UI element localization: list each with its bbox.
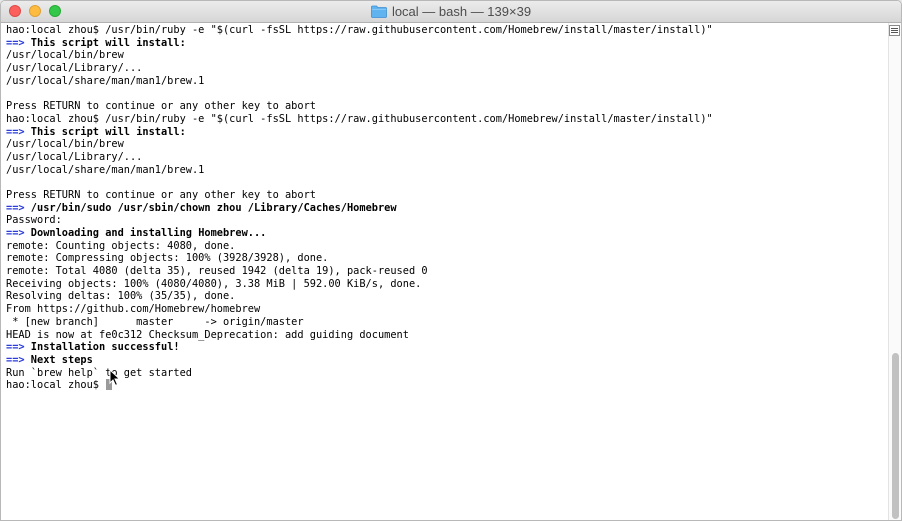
terminal-line: /usr/local/Library/... bbox=[6, 151, 889, 164]
line-text: HEAD is now at fe0c312 Checksum_Deprecat… bbox=[6, 328, 409, 341]
terminal-line: ==> This script will install: bbox=[6, 126, 889, 139]
terminal-line: hao:local zhou$ /usr/bin/ruby -e "$(curl… bbox=[6, 113, 889, 126]
terminal-window: local — bash — 139×39 hao:local zhou$ /u… bbox=[0, 0, 902, 521]
line-text: remote: Counting objects: 4080, done. bbox=[6, 239, 236, 252]
terminal-line: From https://github.com/Homebrew/homebre… bbox=[6, 303, 889, 316]
line-text: /usr/local/share/man/man1/brew.1 bbox=[6, 74, 205, 87]
line-text: Run `brew help` to get started bbox=[6, 366, 192, 379]
terminal-line: remote: Counting objects: 4080, done. bbox=[6, 240, 889, 253]
line-text: Press RETURN to continue or any other ke… bbox=[6, 100, 316, 113]
line-text: * [new branch] master -> origin/master bbox=[6, 315, 304, 328]
terminal-line: ==> This script will install: bbox=[6, 37, 889, 50]
terminal-line: ==> /usr/bin/sudo /usr/sbin/chown zhou /… bbox=[6, 202, 889, 215]
line-text: Next steps bbox=[24, 353, 93, 366]
line-text: /usr/local/bin/brew bbox=[6, 138, 124, 151]
terminal-content[interactable]: hao:local zhou$ /usr/bin/ruby -e "$(curl… bbox=[1, 23, 889, 520]
scrollback-menu-icon[interactable] bbox=[889, 25, 900, 36]
line-text: /usr/bin/sudo /usr/sbin/chown zhou /Libr… bbox=[24, 201, 397, 214]
terminal-line: Press RETURN to continue or any other ke… bbox=[6, 189, 889, 202]
terminal-line: /usr/local/bin/brew bbox=[6, 138, 889, 151]
line-text: Downloading and installing Homebrew... bbox=[24, 227, 267, 239]
terminal-line: Run `brew help` to get started bbox=[6, 367, 889, 380]
scrollbar-thumb[interactable] bbox=[892, 353, 899, 519]
terminal-line: HEAD is now at fe0c312 Checksum_Deprecat… bbox=[6, 329, 889, 342]
line-text: /usr/local/bin/brew bbox=[6, 49, 124, 62]
terminal-line: Receiving objects: 100% (4080/4080), 3.3… bbox=[6, 278, 889, 291]
arrow-marker: ==> bbox=[6, 201, 25, 214]
arrow-marker: ==> bbox=[6, 341, 25, 354]
line-text: Password: bbox=[6, 214, 62, 227]
terminal-line: Resolving deltas: 100% (35/35), done. bbox=[6, 290, 889, 303]
terminal-line: hao:local zhou$ /usr/bin/ruby -e "$(curl… bbox=[6, 24, 889, 37]
output-lines: hao:local zhou$ /usr/bin/ruby -e "$(curl… bbox=[6, 24, 889, 379]
prompt-line: hao:local zhou$ bbox=[6, 379, 889, 392]
line-text: From https://github.com/Homebrew/homebre… bbox=[6, 303, 261, 316]
terminal-output[interactable]: hao:local zhou$ /usr/bin/ruby -e "$(curl… bbox=[1, 23, 889, 392]
arrow-marker: ==> bbox=[6, 36, 25, 49]
title-bar[interactable]: local — bash — 139×39 bbox=[1, 1, 901, 23]
line-text: /usr/local/Library/... bbox=[6, 62, 143, 75]
vertical-scrollbar[interactable] bbox=[888, 23, 901, 520]
terminal-line: remote: Compressing objects: 100% (3928/… bbox=[6, 252, 889, 265]
prompt-text: hao:local zhou$ bbox=[6, 379, 106, 392]
mouse-pointer-icon bbox=[109, 369, 121, 387]
arrow-marker: ==> bbox=[6, 227, 25, 239]
line-text: This script will install: bbox=[24, 36, 186, 49]
line-text: Installation successful! bbox=[24, 341, 180, 354]
terminal-line: /usr/local/share/man/man1/brew.1 bbox=[6, 164, 889, 177]
terminal-line: /usr/local/Library/... bbox=[6, 62, 889, 75]
terminal-line: ==> Downloading and installing Homebrew.… bbox=[6, 227, 889, 240]
line-text: This script will install: bbox=[24, 125, 186, 138]
terminal-line: Press RETURN to continue or any other ke… bbox=[6, 100, 889, 113]
line-text: Receiving objects: 100% (4080/4080), 3.3… bbox=[6, 277, 422, 290]
line-text: /usr/local/Library/... bbox=[6, 150, 143, 163]
folder-icon bbox=[371, 5, 387, 18]
line-text: hao:local zhou$ /usr/bin/ruby -e "$(curl… bbox=[6, 24, 713, 36]
arrow-marker: ==> bbox=[6, 125, 25, 138]
window-title: local — bash — 139×39 bbox=[391, 4, 532, 19]
line-text: /usr/local/share/man/man1/brew.1 bbox=[6, 163, 205, 176]
line-text: remote: Compressing objects: 100% (3928/… bbox=[6, 252, 329, 265]
arrow-marker: ==> bbox=[6, 353, 25, 366]
terminal-line: /usr/local/share/man/man1/brew.1 bbox=[6, 75, 889, 88]
line-text: Resolving deltas: 100% (35/35), done. bbox=[6, 290, 236, 303]
line-text: remote: Total 4080 (delta 35), reused 19… bbox=[6, 265, 428, 278]
line-text: hao:local zhou$ /usr/bin/ruby -e "$(curl… bbox=[6, 112, 713, 125]
terminal-line: Password: bbox=[6, 214, 889, 227]
terminal-line: ==> Installation successful! bbox=[6, 341, 889, 354]
terminal-line: remote: Total 4080 (delta 35), reused 19… bbox=[6, 265, 889, 278]
terminal-line: ==> Next steps bbox=[6, 354, 889, 367]
terminal-line: /usr/local/bin/brew bbox=[6, 49, 889, 62]
terminal-line: * [new branch] master -> origin/master bbox=[6, 316, 889, 329]
line-text: Press RETURN to continue or any other ke… bbox=[6, 188, 316, 201]
window-title-area: local — bash — 139×39 bbox=[1, 1, 901, 22]
